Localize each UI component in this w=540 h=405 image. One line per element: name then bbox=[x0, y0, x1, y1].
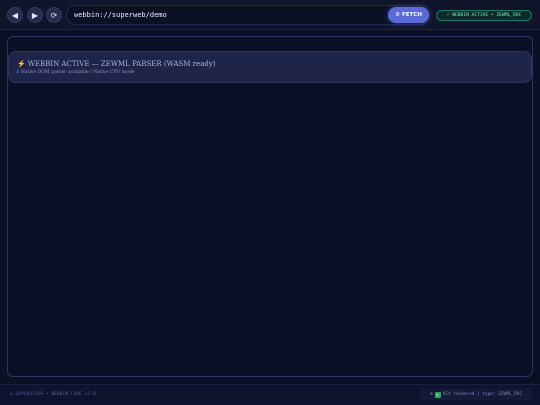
bolt-icon: ⚡ bbox=[17, 60, 26, 68]
forward-icon: ▶ bbox=[31, 10, 39, 20]
content-panel: ⚡ WEBBIN ACTIVE — ZEWML PARSER (WASM rea… bbox=[7, 36, 533, 377]
footer-supervisor-label: ⚙ SUPERVISOR • WEBBIN CORE v2.0 bbox=[10, 392, 96, 397]
top-toolbar: ◀ ▶ ⟳ webbin://superweb/demo ⚙ FETCH ⚡ W… bbox=[0, 0, 540, 30]
banner-subtitle-text: Native DOM parser available / Native CPU… bbox=[20, 70, 135, 75]
check-icon: ✔ bbox=[434, 391, 441, 398]
back-button[interactable]: ◀ bbox=[7, 7, 23, 23]
banner-subtitle: ℹ Native DOM parser available / Native C… bbox=[17, 70, 135, 75]
footer-bar: ⚙ SUPERVISOR • WEBBIN CORE v2.0 ⚙ ✔ DIV … bbox=[0, 384, 540, 405]
reload-button[interactable]: ⟳ bbox=[46, 7, 62, 23]
footer-render-text: DIV rendered | type: ZEWML_DOC bbox=[442, 392, 522, 397]
banner-title: ⚡ WEBBIN ACTIVE — ZEWML PARSER (WASM rea… bbox=[17, 60, 216, 68]
fetch-button[interactable]: ⚙ FETCH bbox=[388, 7, 429, 23]
banner-title-text: WEBBIN ACTIVE — ZEWML PARSER (WASM ready… bbox=[27, 60, 216, 68]
parser-banner: ⚡ WEBBIN ACTIVE — ZEWML PARSER (WASM rea… bbox=[8, 51, 532, 83]
status-text: ⚡ WEBBIN ACTIVE • ZEWML_DOC bbox=[446, 13, 522, 18]
gear-icon: ⚙ bbox=[395, 12, 401, 18]
footer-render-status: ⚙ ✔ DIV rendered | type: ZEWML_DOC bbox=[420, 389, 532, 400]
back-icon: ◀ bbox=[11, 10, 19, 20]
url-input[interactable]: webbin://superweb/demo bbox=[66, 5, 430, 25]
gear-icon: ⚙ bbox=[430, 392, 433, 397]
url-text: webbin://superweb/demo bbox=[74, 11, 167, 19]
status-badge: ⚡ WEBBIN ACTIVE • ZEWML_DOC bbox=[436, 10, 532, 21]
fetch-label: FETCH bbox=[402, 12, 422, 18]
reload-icon: ⟳ bbox=[50, 10, 58, 20]
info-icon: ℹ bbox=[17, 70, 19, 75]
forward-button[interactable]: ▶ bbox=[27, 7, 43, 23]
